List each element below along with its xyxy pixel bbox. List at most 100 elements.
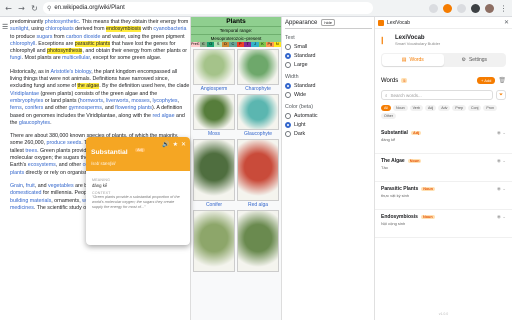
extensions-icon[interactable] [457,3,466,13]
article-link[interactable]: cyanobacteria [153,26,186,32]
radio-button[interactable] [285,44,291,50]
gallery-item[interactable]: Glaucophyte [237,94,279,137]
gallery-item[interactable]: Charophyte [237,49,279,92]
side-panel-icon[interactable] [471,3,480,13]
back-icon[interactable]: ← [4,4,13,13]
article-link[interactable]: mosses [131,98,149,104]
word-card[interactable]: Endosymbiosis Noun Nội cộng sinh ◉ ⌄ [375,210,512,238]
plant-image[interactable] [237,210,279,272]
radio-button[interactable] [285,92,291,98]
article-link[interactable]: chlorophyll [10,41,35,47]
trash-icon[interactable]: 🗑 [498,77,506,84]
article-link[interactable]: multicellular [62,55,90,61]
article-link[interactable]: sugars [37,34,53,40]
plant-image[interactable] [237,49,279,85]
article-link[interactable]: Viridiplantae [10,91,39,97]
width-option[interactable]: Wide [285,92,372,98]
filter-icon[interactable]: ⏷ [496,90,506,100]
image-caption[interactable]: Charophyte [237,86,279,92]
highlighted-word[interactable]: the algae [77,83,100,90]
gallery-item[interactable] [193,210,235,272]
site-info-icon[interactable]: ⚲ [47,5,51,12]
article-link[interactable]: photosynthetic [45,19,79,25]
article-link[interactable]: flowering plants [115,105,152,111]
article-link[interactable]: glaucophytes [19,120,50,126]
chip-verb[interactable]: Verb [409,105,423,111]
gallery-item[interactable] [237,210,279,272]
lexivocab-extension-icon[interactable] [443,3,452,13]
bookmark-star-icon[interactable]: ★ [173,141,178,148]
gallery-item[interactable]: Moss [193,94,235,137]
color-option[interactable]: Dark [285,131,372,137]
radio-button[interactable] [285,122,291,128]
word-card[interactable]: Substantial Adj đáng kể ◉ ⌄ [375,126,512,154]
gallery-item[interactable]: Red alga [237,139,279,208]
plant-image[interactable] [193,139,235,201]
highlighted-word[interactable]: endosymbiosis [106,26,142,33]
article-link[interactable]: red algae [152,113,174,119]
image-caption[interactable]: Angiosperm [193,86,235,92]
search-input[interactable]: ⌕ Search words... [381,90,493,100]
expand-icon[interactable]: ◉ ⌄ [497,187,506,192]
plant-image[interactable] [193,210,235,272]
article-link[interactable]: conifers [25,105,44,111]
chip-other[interactable]: Other [381,113,396,119]
article-link[interactable]: hornworts [80,98,103,104]
bookmark-icon[interactable] [429,3,438,13]
text-option[interactable]: Small [285,44,372,50]
article-link[interactable]: lycophytes [153,98,178,104]
forward-icon[interactable]: → [17,4,26,13]
word-card[interactable]: The Algae Noun Tảo ◉ ⌄ [375,154,512,182]
chip-conj[interactable]: Conj [468,105,482,111]
gallery-item[interactable]: Conifer [193,139,235,208]
toc-icon[interactable]: ☰ [2,23,8,31]
article-link[interactable]: fruit [26,183,35,189]
add-word-button[interactable]: + Add [477,77,496,84]
profile-avatar[interactable] [485,3,494,13]
article-link[interactable]: fungi [10,55,22,61]
image-caption[interactable]: Glaucophyte [237,131,279,137]
word-card[interactable]: Parasitic Plants Noun thực vật ký sinh ◉ ⌄ [375,182,512,210]
image-caption[interactable]: Conifer [193,202,235,208]
plant-image[interactable] [237,94,279,130]
chip-adv[interactable]: Adv [438,105,451,111]
color-option[interactable]: Light [285,122,372,128]
highlighted-word[interactable]: parasitic plants [74,40,111,47]
chip-noun[interactable]: Noun [393,105,408,111]
hide-button[interactable]: hide [321,19,335,26]
radio-button[interactable] [285,62,291,68]
article-link[interactable]: Grain [10,183,23,189]
article-link[interactable]: liverworts [106,98,128,104]
image-caption[interactable]: Moss [193,131,235,137]
chip-all[interactable]: All [381,105,391,111]
expand-icon[interactable]: ◉ ⌄ [497,159,506,164]
tab-settings[interactable]: ⚙ Settings [444,54,506,66]
article-link[interactable]: building materials [10,198,51,204]
radio-button[interactable] [285,53,291,59]
article-link[interactable]: ferns [10,105,22,111]
text-option[interactable]: Standard [285,53,372,59]
article-link[interactable]: produce seeds [47,140,82,146]
plant-image[interactable] [193,94,235,130]
tab-words[interactable]: ▤ Words [382,54,444,66]
reload-icon[interactable]: ↻ [30,4,39,13]
chip-adj[interactable]: Adj [425,105,437,111]
chip-prep[interactable]: Prep [452,105,466,111]
close-icon[interactable]: ✕ [181,141,186,148]
expand-icon[interactable]: ◉ ⌄ [497,131,506,136]
article-link[interactable]: embryophytes [10,98,43,104]
article-link[interactable]: domesticated [10,190,42,196]
menu-icon[interactable]: ⋮ [499,4,508,13]
article-link[interactable]: Aristotle's biology [51,69,92,75]
highlighted-word[interactable]: photosynthesis [47,48,83,55]
image-caption[interactable]: Red alga [237,202,279,208]
expand-icon[interactable]: ◉ ⌄ [497,215,506,220]
plant-image[interactable] [237,139,279,201]
gallery-item[interactable]: Angiosperm [193,49,235,92]
article-link[interactable]: ecosystems [28,162,56,168]
article-link[interactable]: carbon dioxide [66,34,100,40]
chip-pron[interactable]: Pron [483,105,497,111]
article-link[interactable]: vegetables [48,183,74,189]
close-panel-icon[interactable]: ✕ [504,19,509,26]
text-option[interactable]: Large [285,62,372,68]
